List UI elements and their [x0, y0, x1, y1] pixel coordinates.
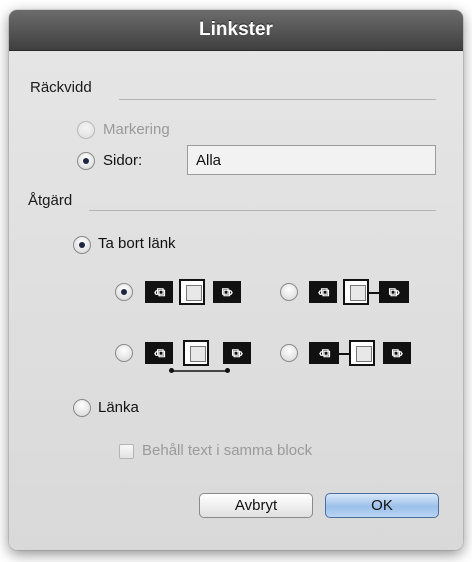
- scope-divider: [119, 99, 436, 100]
- unlink-mode-previous-radio[interactable]: [280, 283, 298, 301]
- unlink-bypass-icon: ‹⧉ ⧉›: [145, 340, 255, 373]
- cancel-button[interactable]: Avbryt: [199, 493, 313, 518]
- unlink-both-icon: ‹⧉ ⧉›: [145, 279, 251, 307]
- ok-button[interactable]: OK: [325, 493, 439, 518]
- link-radio[interactable]: [73, 399, 91, 417]
- action-heading: Åtgärd: [28, 192, 73, 209]
- unlink-mode-both-radio[interactable]: [115, 283, 133, 301]
- linkster-dialog: Linkster Räckvidd Markering Sidor: Alla …: [9, 10, 463, 550]
- remove-link-radio[interactable]: [73, 236, 91, 254]
- keep-text-checkbox[interactable]: [119, 444, 134, 459]
- unlink-previous-icon: ‹⧉ ⧉›: [309, 279, 419, 307]
- pages-input[interactable]: Alla: [187, 145, 436, 175]
- remove-link-label: Ta bort länk: [98, 235, 176, 252]
- pages-label: Sidor:: [103, 152, 143, 169]
- title-bar[interactable]: Linkster: [9, 10, 463, 51]
- unlink-mode-bypass-radio[interactable]: [115, 344, 133, 362]
- pages-radio[interactable]: [77, 152, 95, 170]
- scope-heading: Räckvidd: [30, 79, 92, 96]
- keep-text-label: Behåll text i samma block: [142, 442, 313, 459]
- unlink-next-icon: ‹⧉ ⧉›: [309, 340, 419, 368]
- link-label: Länka: [98, 399, 139, 416]
- selection-label: Markering: [103, 121, 170, 138]
- dialog-title: Linkster: [199, 19, 273, 40]
- selection-radio[interactable]: [77, 121, 95, 139]
- unlink-mode-next-radio[interactable]: [280, 344, 298, 362]
- action-divider: [89, 210, 436, 211]
